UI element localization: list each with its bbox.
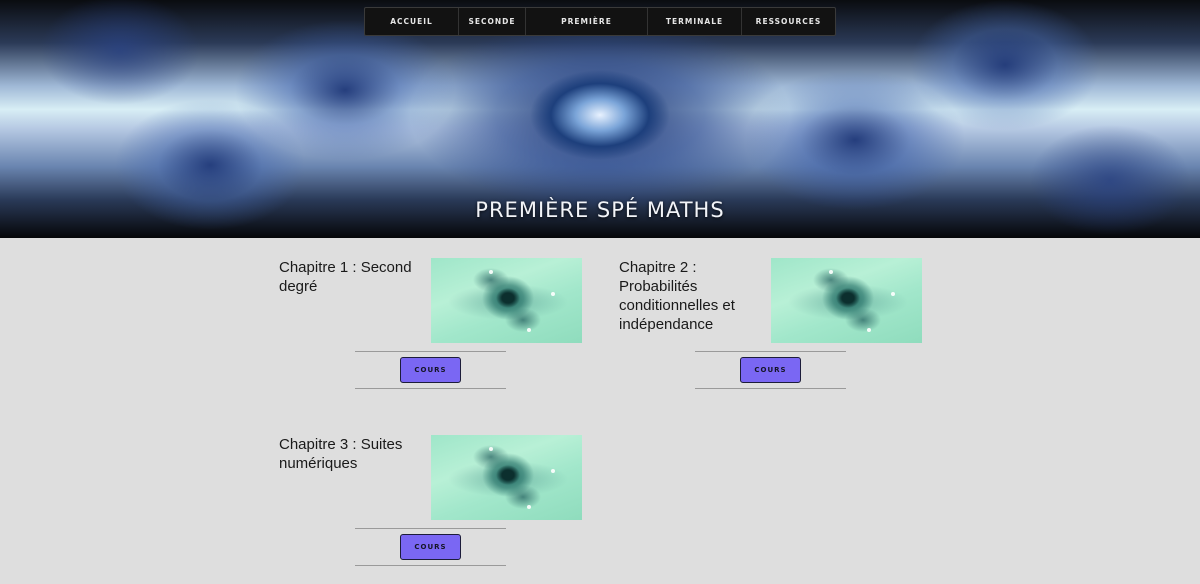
- cours-button[interactable]: COURS: [740, 357, 801, 383]
- header-banner: ACCUEIL SECONDE PREMIÈRE TERMINALE RESSO…: [0, 0, 1200, 238]
- nav-item-terminale[interactable]: TERMINALE: [648, 8, 742, 35]
- cours-button[interactable]: COURS: [400, 357, 461, 383]
- nav-item-seconde[interactable]: SECONDE: [459, 8, 526, 35]
- fractal-thumbnail-image: [771, 258, 922, 343]
- main-nav: ACCUEIL SECONDE PREMIÈRE TERMINALE RESSO…: [364, 7, 836, 36]
- nav-item-accueil[interactable]: ACCUEIL: [365, 8, 459, 35]
- divider: [695, 388, 846, 389]
- chapter-title: Chapitre 3 : Suites numériques: [279, 436, 403, 472]
- chapter-title: Chapitre 2 : Probabilités conditionnelle…: [619, 259, 735, 333]
- nav-item-premiere[interactable]: PREMIÈRE: [526, 8, 648, 35]
- divider: [355, 528, 506, 529]
- divider: [695, 351, 846, 352]
- nav-item-ressources[interactable]: RESSOURCES: [742, 8, 835, 35]
- cours-button[interactable]: COURS: [400, 534, 461, 560]
- fractal-thumbnail-image: [431, 435, 582, 520]
- chapter-title: Chapitre 1 : Second degré: [279, 259, 412, 295]
- divider: [355, 388, 506, 389]
- fractal-thumbnail-image: [431, 258, 582, 343]
- divider: [355, 565, 506, 566]
- divider: [355, 351, 506, 352]
- page-title: PREMIÈRE SPÉ MATHS: [475, 198, 725, 222]
